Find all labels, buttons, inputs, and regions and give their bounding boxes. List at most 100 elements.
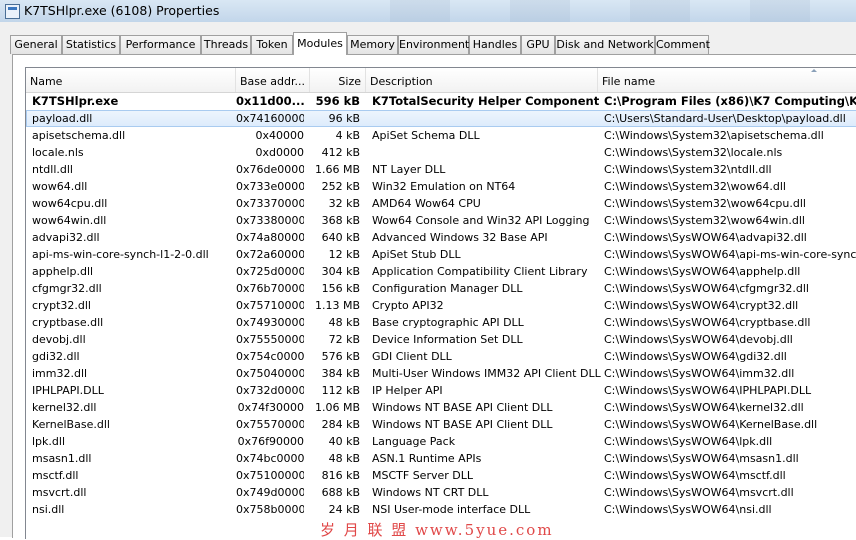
table-row[interactable]: msvcrt.dll 0x749d0000 688 kB Windows NT CRT… — [26, 484, 856, 501]
description-cell: Windows NT BASE API Client DLL — [372, 418, 553, 431]
table-row[interactable]: wow64cpu.dll 0x73370000 32 kB AMD64 Wow64 C… — [26, 195, 856, 212]
column-header-size[interactable]: Size — [310, 68, 366, 92]
table-row[interactable]: apphelp.dll 0x725d0000 304 kB Application C… — [26, 263, 856, 280]
base-address-cell: 0x75550000 — [236, 333, 304, 346]
column-header-base-address[interactable]: Base addr... — [236, 68, 310, 92]
table-row[interactable]: locale.nls 0xd0000 412 kB C:\Windows\System… — [26, 144, 856, 161]
table-row[interactable]: nsi.dll 0x758b0000 24 kB NSI User-mode inte… — [26, 501, 856, 518]
description-cell: ApiSet Schema DLL — [372, 129, 480, 142]
base-address-cell: 0x76de0000 — [236, 163, 304, 176]
base-address-cell: 0x72a60000 — [236, 248, 304, 261]
column-header-description[interactable]: Description — [366, 68, 598, 92]
table-row[interactable]: KernelBase.dll 0x75570000 284 kB Windows NT… — [26, 416, 856, 433]
table-row[interactable]: crypt32.dll 0x75710000 1.13 MB Crypto API32… — [26, 297, 856, 314]
table-row[interactable]: ntdll.dll 0x76de0000 1.66 MB NT Layer DLL C:… — [26, 161, 856, 178]
description-cell: Advanced Windows 32 Base API — [372, 231, 548, 244]
base-address-cell: 0x732d0000 — [236, 384, 304, 397]
tab-general[interactable]: General — [10, 35, 62, 54]
base-address-cell: 0x758b0000 — [236, 503, 304, 516]
tab-statistics[interactable]: Statistics — [62, 35, 120, 54]
background-window-ghost — [330, 0, 856, 22]
file-name-cell: C:\Windows\SysWOW64\msctf.dll — [604, 469, 786, 482]
description-cell: Application Compatibility Client Library — [372, 265, 588, 278]
table-row[interactable]: apisetschema.dll 0x40000 4 kB ApiSet Schema… — [26, 127, 856, 144]
file-name-cell: C:\Windows\SysWOW64\nsi.dll — [604, 503, 772, 516]
size-cell: 252 kB — [321, 180, 360, 193]
description-cell: NSI User-mode interface DLL — [372, 503, 531, 516]
file-name-cell: C:\Windows\SysWOW64\IPHLPAPI.DLL — [604, 384, 812, 397]
base-address-cell: 0x74f30000 — [237, 401, 304, 414]
description-cell: AMD64 Wow64 CPU — [372, 197, 481, 210]
module-name-cell: payload.dll — [32, 112, 93, 125]
table-row[interactable]: cfgmgr32.dll 0x76b70000 156 kB Configuratio… — [26, 280, 856, 297]
size-cell: 72 kB — [328, 333, 360, 346]
base-address-cell: 0x11d00... — [236, 94, 304, 108]
size-cell: 48 kB — [328, 452, 360, 465]
table-row[interactable]: msctf.dll 0x75100000 816 kB MSCTF Server DL… — [26, 467, 856, 484]
tab-strip: General Statistics Performance Threads Token… — [10, 32, 856, 55]
tab-memory[interactable]: Memory — [347, 35, 398, 54]
file-name-cell: C:\Windows\SysWOW64\crypt32.dll — [604, 299, 799, 312]
description-cell: IP Helper API — [372, 384, 443, 397]
modules-list[interactable]: Name Base addr... Size Description File … — [25, 67, 856, 539]
table-row[interactable]: wow64.dll 0x733e0000 252 kB Win32 Emulation… — [26, 178, 856, 195]
table-row[interactable]: imm32.dll 0x75040000 384 kB Multi-User Wind… — [26, 365, 856, 382]
tab-performance[interactable]: Performance — [120, 35, 201, 54]
size-cell: 368 kB — [321, 214, 360, 227]
module-name-cell: msctf.dll — [32, 469, 79, 482]
base-address-cell: 0x75100000 — [236, 469, 304, 482]
title-bar[interactable]: K7TSHlpr.exe (6108) Properties — [0, 0, 856, 23]
tab-handles[interactable]: Handles — [469, 35, 521, 54]
file-name-cell: C:\Windows\SysWOW64\gdi32.dll — [604, 350, 787, 363]
description-cell: K7TotalSecurity Helper Component — [372, 94, 600, 108]
description-cell — [372, 110, 602, 127]
table-row[interactable]: K7TSHlpr.exe 0x11d00... 596 kB K7TotalSecur… — [26, 93, 856, 110]
table-row[interactable]: devobj.dll 0x75550000 72 kB Device Informat… — [26, 331, 856, 348]
tab-disk-and-network[interactable]: Disk and Network — [555, 35, 655, 54]
sort-arrow-icon — [811, 69, 817, 72]
table-row[interactable]: api-ms-win-core-synch-l1-2-0.dll 0x72a600… — [26, 246, 856, 263]
base-address-cell: 0xd0000 — [255, 146, 305, 159]
table-row[interactable]: payload.dll 0x74160000 96 kB C:\Users\Stand… — [26, 110, 856, 127]
module-name-cell: wow64cpu.dll — [32, 197, 108, 210]
table-row[interactable]: IPHLPAPI.DLL 0x732d0000 112 kB IP Helper AP… — [26, 382, 856, 399]
module-name-cell: lpk.dll — [32, 435, 65, 448]
file-name-cell: C:\Program Files (x86)\K7 Computing\K7TS… — [604, 94, 856, 108]
module-name-cell: kernel32.dll — [32, 401, 97, 414]
table-row[interactable]: cryptbase.dll 0x74930000 48 kB Base cryptog… — [26, 314, 856, 331]
column-header-file-name[interactable]: File name — [598, 68, 856, 92]
module-rows: K7TSHlpr.exe 0x11d00... 596 kB K7TotalSecur… — [26, 93, 856, 518]
description-cell: ASN.1 Runtime APIs — [372, 452, 482, 465]
file-name-cell: C:\Windows\System32\wow64cpu.dll — [604, 197, 806, 210]
base-address-cell: 0x754c0000 — [236, 350, 304, 363]
table-row[interactable]: msasn1.dll 0x74bc0000 48 kB ASN.1 Runtime A… — [26, 450, 856, 467]
tab-token[interactable]: Token — [251, 35, 293, 54]
base-address-cell: 0x74bc0000 — [236, 452, 304, 465]
tab-environment[interactable]: Environment — [398, 35, 469, 54]
table-row[interactable]: wow64win.dll 0x73380000 368 kB Wow64 Consol… — [26, 212, 856, 229]
base-address-cell: 0x74a80000 — [236, 231, 304, 244]
tab-gpu[interactable]: GPU — [521, 35, 555, 54]
table-row[interactable]: advapi32.dll 0x74a80000 640 kB Advanced Win… — [26, 229, 856, 246]
size-cell: 24 kB — [328, 503, 360, 516]
list-header: Name Base addr... Size Description File … — [26, 68, 856, 93]
size-cell: 688 kB — [321, 486, 360, 499]
tab-modules[interactable]: Modules — [293, 32, 347, 55]
module-name-cell: nsi.dll — [32, 503, 65, 516]
table-row[interactable]: kernel32.dll 0x74f30000 1.06 MB Windows NT … — [26, 399, 856, 416]
description-cell: GDI Client DLL — [372, 350, 452, 363]
app-window-icon — [5, 4, 20, 19]
table-row[interactable]: gdi32.dll 0x754c0000 576 kB GDI Client DLL C… — [26, 348, 856, 365]
base-address-cell: 0x73380000 — [236, 214, 304, 227]
column-header-name[interactable]: Name — [26, 68, 236, 92]
table-row[interactable]: lpk.dll 0x76f90000 40 kB Language Pack C:\Wi… — [26, 433, 856, 450]
base-address-cell: 0x749d0000 — [236, 486, 304, 499]
file-name-cell: C:\Users\Standard-User\Desktop\payload.d… — [604, 112, 846, 125]
module-name-cell: msvcrt.dll — [32, 486, 87, 499]
module-name-cell: wow64win.dll — [32, 214, 107, 227]
tab-comment[interactable]: Comment — [655, 35, 710, 54]
description-cell: Configuration Manager DLL — [372, 282, 523, 295]
module-name-cell: crypt32.dll — [32, 299, 91, 312]
size-cell: 816 kB — [321, 469, 360, 482]
tab-threads[interactable]: Threads — [201, 35, 251, 54]
